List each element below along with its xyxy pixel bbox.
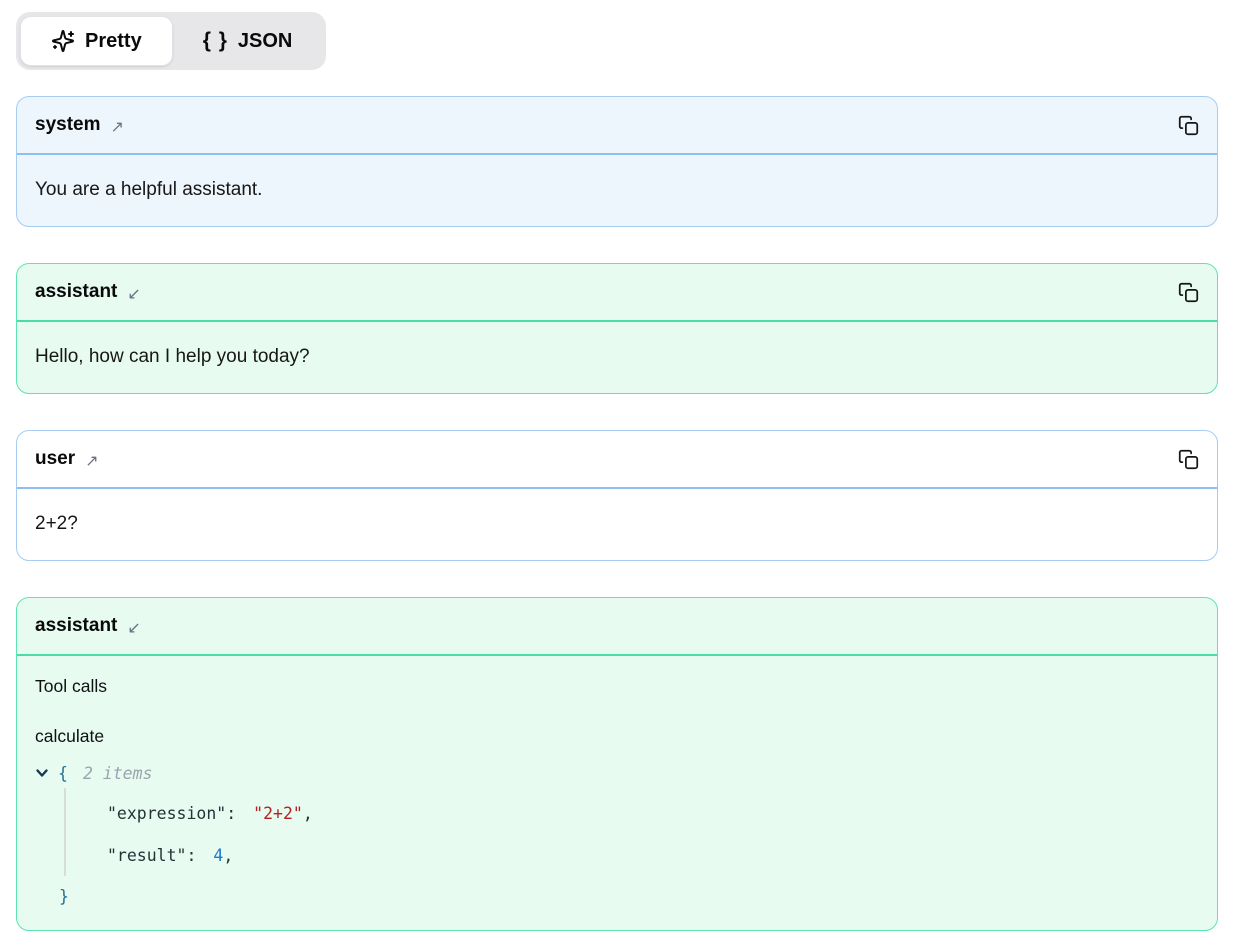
json-root-row: { 2 items	[35, 754, 1199, 792]
json-comma: ,	[303, 800, 313, 827]
role-label: assistant	[35, 281, 117, 303]
json-entry-expression: "expression": "2+2" ,	[35, 792, 1199, 834]
json-children: "expression": "2+2" , "result": 4 ,	[35, 792, 1199, 876]
view-toggle: Pretty { } JSON	[16, 12, 326, 70]
chevron-down-icon[interactable]	[35, 766, 51, 780]
message-header: assistant ↙	[17, 264, 1217, 322]
copy-button[interactable]	[1178, 282, 1199, 303]
message-header: system ↗	[17, 97, 1217, 155]
json-string-value: "2+2"	[253, 800, 303, 827]
message-card-user: user ↗ 2+2?	[16, 430, 1218, 561]
message-card-assistant: assistant ↙ Hello, how can I help you to…	[16, 263, 1218, 394]
sparkles-icon	[51, 29, 75, 53]
arrow-down-left-icon: ↙	[127, 284, 140, 303]
message-content: You are a helpful assistant.	[17, 155, 1217, 226]
message-header: assistant ↙	[17, 598, 1217, 656]
tab-json-label: JSON	[238, 30, 292, 53]
json-close-row: }	[35, 876, 1199, 916]
braces-icon: { }	[203, 29, 228, 53]
json-comma: ,	[223, 842, 233, 869]
copy-button[interactable]	[1178, 449, 1199, 470]
arrow-down-left-icon: ↙	[127, 618, 140, 637]
role-label: user	[35, 448, 75, 470]
json-number-value: 4	[213, 842, 223, 869]
tab-pretty-label: Pretty	[85, 30, 142, 53]
json-tree-viewer: { 2 items "expression": "2+2" , "result"…	[35, 754, 1199, 916]
tab-json[interactable]: { } JSON	[173, 16, 323, 66]
message-card-system: system ↗ You are a helpful assistant.	[16, 96, 1218, 227]
arrow-up-right-icon: ↗	[111, 117, 124, 136]
arrow-up-right-icon: ↗	[85, 451, 98, 470]
message-card-assistant-toolcall: assistant ↙ Tool calls calculate { 2 ite…	[16, 597, 1218, 931]
role-label: system	[35, 114, 101, 136]
json-key: "result":	[107, 842, 196, 869]
tool-name: calculate	[35, 723, 1199, 750]
close-brace: }	[59, 883, 69, 910]
tab-pretty[interactable]: Pretty	[20, 16, 173, 66]
json-entry-result: "result": 4 ,	[35, 834, 1199, 876]
item-count-label: 2 items	[83, 760, 153, 787]
message-content: Hello, how can I help you today?	[17, 322, 1217, 393]
message-header: user ↗	[17, 431, 1217, 489]
tool-calls-section: Tool calls calculate { 2 items "expressi…	[17, 656, 1217, 930]
role-label: assistant	[35, 615, 117, 637]
copy-button[interactable]	[1178, 115, 1199, 136]
message-content: 2+2?	[17, 489, 1217, 560]
tool-calls-heading: Tool calls	[35, 673, 1199, 700]
open-brace: {	[58, 760, 68, 787]
json-key: "expression":	[107, 800, 236, 827]
